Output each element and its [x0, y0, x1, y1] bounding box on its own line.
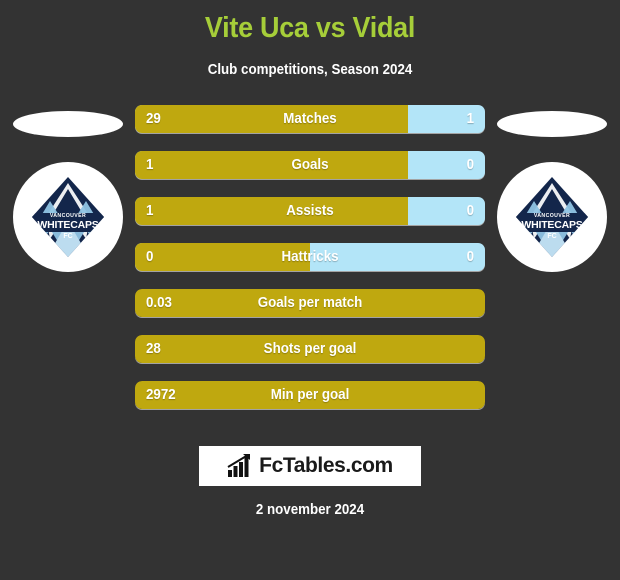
stat-value-right: 1 [466, 110, 474, 127]
vancouver-whitecaps-fc-crest-icon: VANCOUVER WHITECAPS FC [516, 176, 588, 257]
crest-oval-top-right [497, 110, 607, 137]
stat-row: 29 Matches 1 [135, 104, 485, 133]
stat-value-right: 0 [466, 248, 474, 265]
stat-row: 28 Shots per goal [135, 334, 485, 363]
comparison-panel: VANCOUVER WHITECAPS FC VANCOUVER WHITECA… [0, 104, 620, 415]
crest-club-main-label: WHITECAPS [521, 219, 582, 231]
crest-club-fc-label: FC [547, 233, 556, 240]
report-date: 2 november 2024 [255, 502, 365, 518]
stat-label: Matches [283, 110, 337, 127]
stat-row: 1 Goals 0 [135, 150, 485, 179]
right-team-crest: VANCOUVER WHITECAPS FC [497, 161, 607, 272]
vancouver-whitecaps-fc-crest-icon: VANCOUVER WHITECAPS FC [32, 176, 104, 257]
stat-row: 1 Assists 0 [135, 196, 485, 225]
stat-rows: 29 Matches 1 1 Goals 0 1 Assists 0 0 Hattricks 0 0.0… [135, 104, 485, 409]
fctables-brand-text: FcTables.com [259, 454, 393, 477]
page-title: Vite Uca vs Vidal [204, 12, 416, 44]
stat-label: Assists [286, 202, 334, 219]
stat-label: Goals [291, 156, 329, 173]
crest-club-fc-label: FC [63, 233, 72, 240]
crest-oval-top-left [13, 110, 123, 137]
fctables-brand-logo[interactable]: FcTables.com [199, 446, 421, 486]
crest-club-main-label: WHITECAPS [37, 219, 98, 231]
page-subtitle: Club competitions, Season 2024 [207, 61, 413, 78]
stat-label: Goals per match [257, 294, 363, 311]
stat-row: 0.03 Goals per match [135, 288, 485, 317]
stat-row: 2972 Min per goal [135, 380, 485, 409]
stat-value-right: 0 [466, 202, 474, 219]
left-team-crest: VANCOUVER WHITECAPS FC [13, 161, 123, 272]
stat-value-right: 0 [466, 156, 474, 173]
stat-row: 0 Hattricks 0 [135, 242, 485, 271]
stat-label: Hattricks [281, 248, 339, 265]
bar-chart-growth-icon [227, 454, 251, 477]
stat-label: Min per goal [270, 386, 350, 403]
stat-label: Shots per goal [263, 340, 357, 357]
